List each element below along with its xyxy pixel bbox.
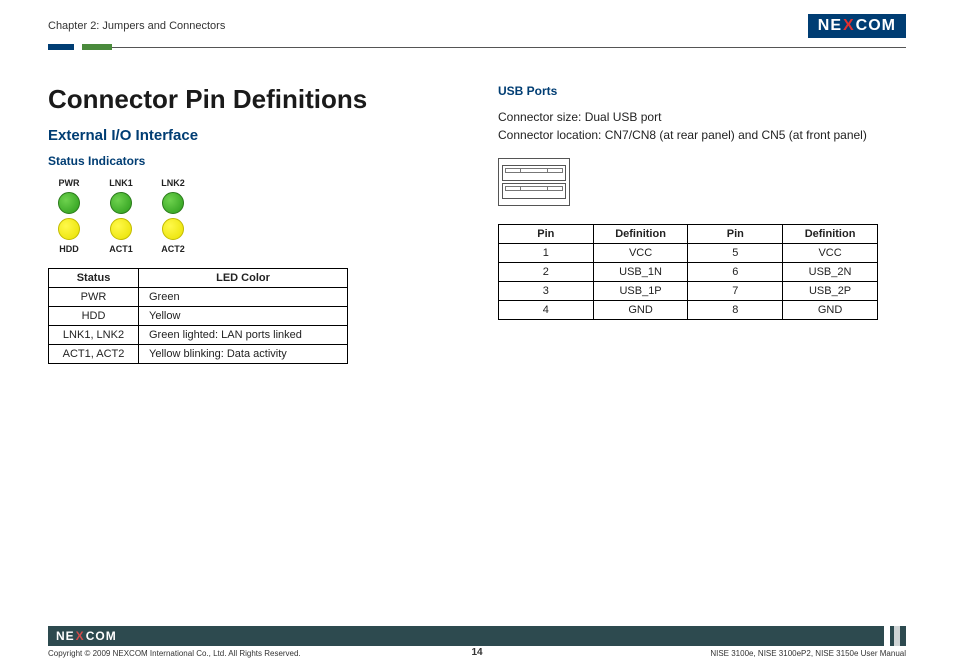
- section-subtitle: External I/O Interface: [48, 127, 458, 144]
- led-yellow-icon: [162, 218, 184, 240]
- table-row: 1VCC5VCC: [499, 244, 878, 263]
- copyright-text: Copyright © 2009 NEXCOM International Co…: [48, 649, 301, 658]
- logo-text-pre: NE: [818, 17, 842, 35]
- th-pin: Pin: [499, 225, 594, 244]
- table-row: LNK1, LNK2Green lighted: LAN ports linke…: [49, 326, 348, 345]
- table-row: 4GND8GND: [499, 301, 878, 320]
- th-def: Definition: [593, 225, 688, 244]
- logo-text-x: X: [843, 17, 855, 35]
- page-title: Connector Pin Definitions: [48, 84, 458, 115]
- led-yellow-icon: [110, 218, 132, 240]
- led-yellow-icon: [58, 218, 80, 240]
- led-green-icon: [58, 192, 80, 214]
- logo-text-post: COM: [856, 17, 896, 35]
- th-def2: Definition: [783, 225, 878, 244]
- pin-table: Pin Definition Pin Definition 1VCC5VCC 2…: [498, 224, 878, 320]
- table-row: PWRGreen: [49, 288, 348, 307]
- th-pin2: Pin: [688, 225, 783, 244]
- page-number: 14: [471, 647, 482, 658]
- footer-decoration: [884, 626, 906, 646]
- header-rule: [48, 44, 906, 50]
- usb-location-text: Connector location: CN7/CN8 (at rear pan…: [498, 126, 906, 144]
- usb-connector-icon: [498, 158, 570, 206]
- led-green-icon: [110, 192, 132, 214]
- led-label-hdd: HDD: [52, 244, 86, 254]
- led-label-lnk1: LNK1: [104, 178, 138, 188]
- table-row: 2USB_1N6USB_2N: [499, 263, 878, 282]
- status-heading: Status Indicators: [48, 154, 458, 168]
- table-row: ACT1, ACT2Yellow blinking: Data activity: [49, 345, 348, 364]
- usb-heading: USB Ports: [498, 84, 906, 98]
- led-label-lnk2: LNK2: [156, 178, 190, 188]
- status-table: Status LED Color PWRGreen HDDYellow LNK1…: [48, 268, 348, 364]
- chapter-title: Chapter 2: Jumpers and Connectors: [48, 20, 225, 32]
- th-ledcolor: LED Color: [139, 269, 348, 288]
- usb-size-text: Connector size: Dual USB port: [498, 108, 906, 126]
- footer: NEXCOM Copyright © 2009 NEXCOM Internati…: [48, 626, 906, 658]
- table-row: 3USB_1P7USB_2P: [499, 282, 878, 301]
- led-indicator-grid: PWR LNK1 LNK2 HDD ACT1 ACT2: [52, 178, 458, 254]
- led-label-act2: ACT2: [156, 244, 190, 254]
- led-label-act1: ACT1: [104, 244, 138, 254]
- footer-logo-nexcom: NEXCOM: [56, 629, 117, 643]
- manual-text: NISE 3100e, NISE 3100eP2, NISE 3150e Use…: [710, 649, 906, 658]
- logo-nexcom: NEXCOM: [808, 14, 906, 38]
- th-status: Status: [49, 269, 139, 288]
- led-green-icon: [162, 192, 184, 214]
- led-label-pwr: PWR: [52, 178, 86, 188]
- table-row: HDDYellow: [49, 307, 348, 326]
